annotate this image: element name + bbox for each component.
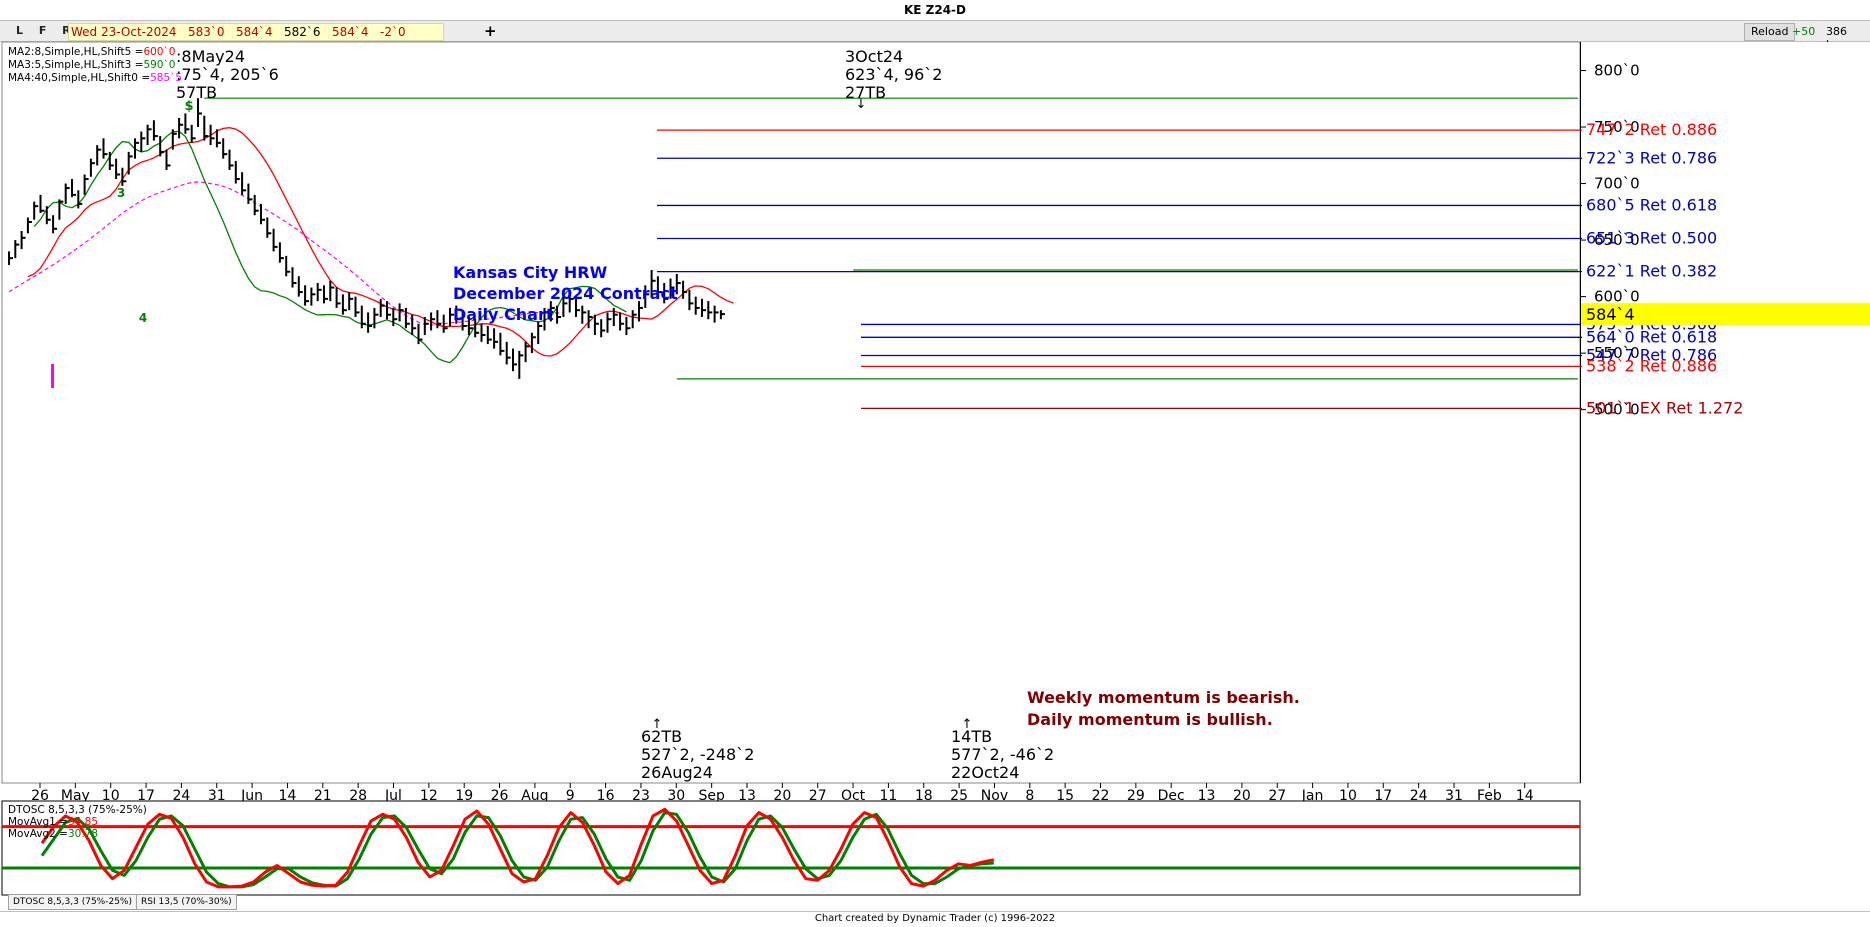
pivot-label-line: 62TB	[641, 727, 682, 746]
retracement-label: 680`5 Ret 0.618	[1586, 195, 1717, 214]
osc-legend-entry: MovAvg2 =30.78	[8, 828, 98, 840]
pivot-label-line: 3Oct24	[845, 47, 903, 66]
retracement-label: 651`3 Ret 0.500	[1586, 229, 1717, 248]
price-plot-frame	[1, 41, 1581, 784]
osc-legend-entry: DTOSC 8,5,3,3 (75%-25%)	[8, 804, 147, 816]
footer-credit: Chart created by Dynamic Trader (c) 1996…	[814, 913, 1056, 924]
pivot-marker: ↓	[856, 97, 867, 112]
retracement-label: 747`2 Ret 0.886	[1586, 120, 1717, 139]
retracement-label: 722`3 Ret 0.786	[1586, 148, 1717, 167]
oscillator-panel: DTOSC 8,5,3,3 (75%-25%)MovAvg1 =34.85Mov…	[1, 800, 1581, 896]
retracement-label: 564`0 Ret 0.618	[1586, 327, 1717, 346]
wave-label: 4	[139, 311, 147, 325]
pivot-label-line: 57TB	[176, 83, 217, 102]
ma-legend-entry: MA3:5,Simple,HL,Shift3 =590`0	[8, 59, 175, 71]
pivot-marker: $	[184, 99, 193, 114]
y-tick-label: 700`0	[1594, 175, 1640, 193]
pivot-label-line: 26Aug24	[641, 763, 713, 782]
current-price-label: 584`4	[1586, 305, 1635, 324]
price-panel: 800`0750`0700`0650`0600`0550`0500`026 May…	[1, 41, 1870, 804]
y-tick-label: 600`0	[1594, 288, 1640, 306]
osc-legend-entry: MovAvg1 =34.85	[8, 816, 98, 828]
chart-canvas: 800`0750`0700`0650`0600`0550`0500`026 May…	[1, 41, 1870, 896]
signal-marker	[51, 364, 54, 388]
tab-rsi[interactable]: RSI 13,5 (70%-30%)	[136, 894, 237, 910]
pivot-label-line: 623`4, 96`2	[845, 65, 942, 84]
pivot-label-line: :75`4, 205`6	[176, 65, 279, 84]
y-tick-label: 800`0	[1594, 62, 1640, 80]
footer: Chart created by Dynamic Trader (c) 1996…	[0, 911, 1870, 927]
indicator-tabs: DTOSC 8,5,3,3 (75%-25%) RSI 13,5 (70%-30…	[0, 894, 1580, 910]
chart-annotation-line: Daily Chart	[453, 305, 554, 324]
retracement-label: 622`1 Ret 0.382	[1586, 262, 1717, 281]
chart-annotation-line: December 2024 Contract	[453, 284, 678, 303]
chart-annotation-line: Kansas City HRW	[453, 263, 608, 282]
pivot-label-line: :8May24	[176, 47, 245, 66]
pivot-label-line: 22Oct24	[951, 763, 1019, 782]
retracement-label: 501`1 EX Ret 1.272	[1586, 398, 1743, 417]
retracement-label: 538`2 Ret 0.886	[1586, 356, 1717, 375]
oscillator-frame	[1, 800, 1581, 896]
wave-label: 3	[117, 186, 125, 200]
ma-legend-entry: MA2:8,Simple,HL,Shift5 =600`0	[8, 46, 175, 58]
pivot-label-line: 527`2, -248`2	[641, 745, 754, 764]
ma-legend-entry: MA4:40,Simple,HL,Shift0 =585`5	[8, 72, 182, 84]
momentum-note-line: Weekly momentum is bearish.	[1027, 688, 1300, 707]
momentum-note-line: Daily momentum is bullish.	[1027, 710, 1273, 729]
pivot-label-line: 14TB	[951, 727, 992, 746]
tab-dtosc[interactable]: DTOSC 8,5,3,3 (75%-25%)	[8, 894, 137, 910]
pivot-label-line: 577`2, -46`2	[951, 745, 1054, 764]
